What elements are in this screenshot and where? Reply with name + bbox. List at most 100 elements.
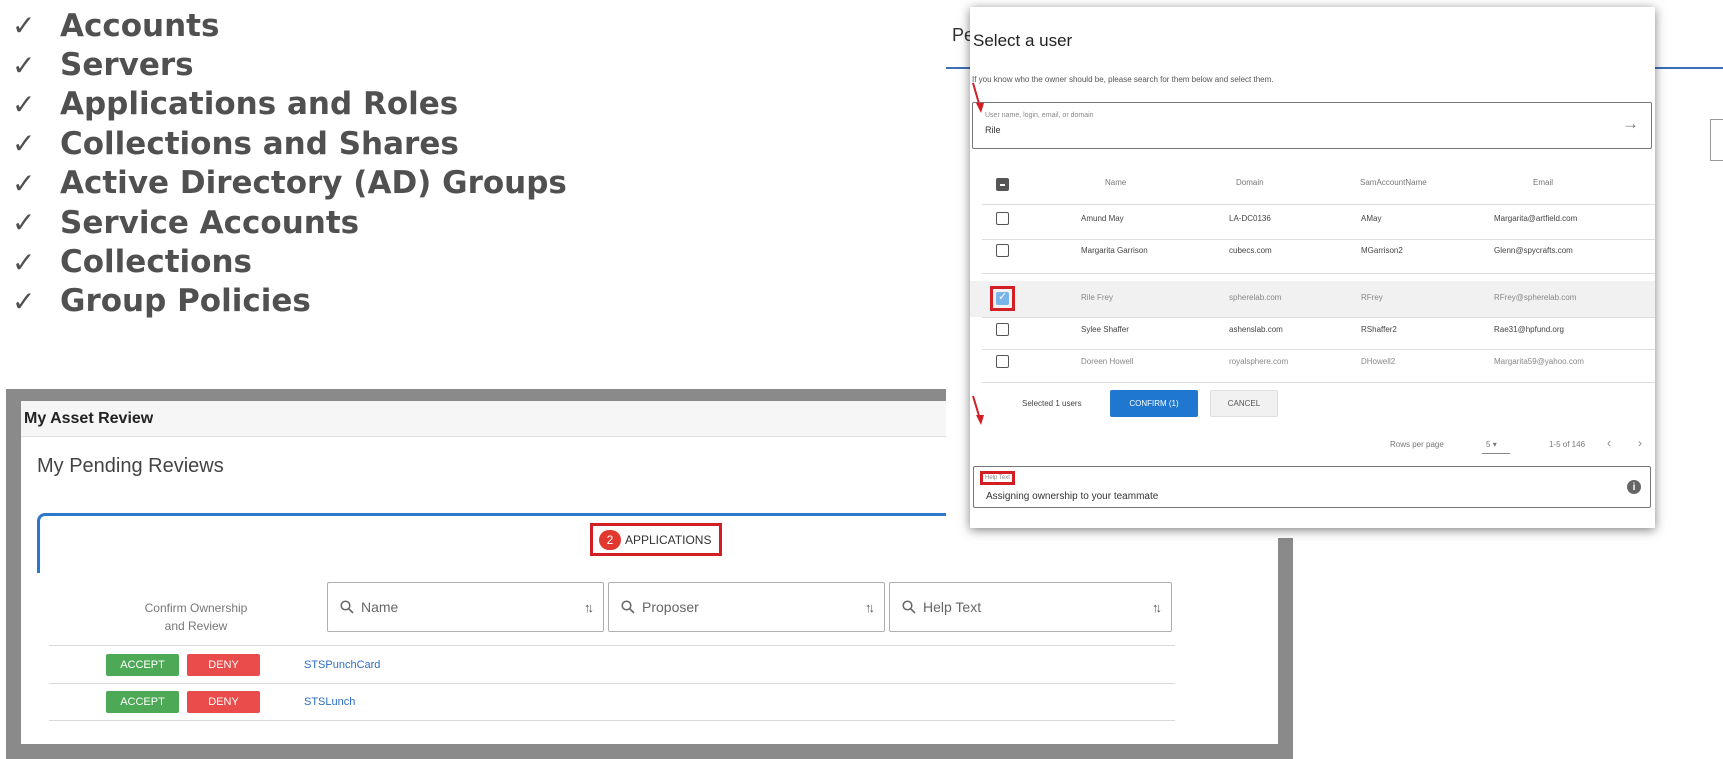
selected-count-text: Selected 1 users bbox=[1022, 399, 1082, 408]
name-filter-input[interactable]: Name ↑↓ bbox=[327, 582, 604, 632]
checklist-label: Active Directory (AD) Groups bbox=[60, 165, 567, 202]
accept-button[interactable]: ACCEPT bbox=[106, 691, 179, 713]
user-search-input[interactable]: User name, login, email, or domain Rile … bbox=[972, 102, 1652, 149]
annotation-arrows bbox=[972, 82, 984, 425]
search-value: Rile bbox=[985, 125, 1001, 135]
column-header-samaccountname[interactable]: SamAccountName bbox=[1360, 178, 1427, 187]
help-text-value: Assigning ownership to your teammate bbox=[986, 491, 1159, 502]
checklist-label: Collections bbox=[60, 244, 252, 281]
row-divider bbox=[982, 239, 1655, 240]
rows-per-page-value: 5 bbox=[1486, 440, 1491, 449]
confirm-ownership-header: Confirm Ownership and Review bbox=[131, 599, 261, 635]
user-row-checkbox[interactable] bbox=[996, 290, 1009, 305]
checklist-item: ✓ Collections bbox=[12, 242, 567, 281]
select-all-checkbox[interactable] bbox=[996, 178, 1009, 191]
dialog-title: Select a user bbox=[973, 31, 1073, 50]
dropdown-caret-icon: ▾ bbox=[1492, 440, 1497, 449]
row-divider bbox=[49, 720, 1175, 721]
check-icon: ✓ bbox=[12, 284, 36, 318]
proposer-filter-input[interactable]: Proposer ↑↓ bbox=[608, 582, 885, 632]
user-domain: ashenslab.com bbox=[1229, 325, 1283, 334]
user-name: Sylee Shaffer bbox=[1081, 325, 1129, 334]
check-icon: ✓ bbox=[12, 127, 36, 161]
search-icon bbox=[902, 600, 916, 614]
name-filter-placeholder: Name bbox=[361, 599, 399, 615]
application-link[interactable]: STSLunch bbox=[304, 696, 355, 708]
deny-button[interactable]: DENY bbox=[187, 691, 260, 713]
user-row-checkbox[interactable] bbox=[996, 355, 1009, 368]
column-header-domain[interactable]: Domain bbox=[1236, 178, 1264, 187]
deny-button[interactable]: DENY bbox=[187, 654, 260, 676]
check-icon: ✓ bbox=[12, 166, 36, 200]
checklist-label: Collections and Shares bbox=[60, 125, 459, 162]
user-sam: DHowell2 bbox=[1361, 357, 1396, 366]
applications-count-badge: 2 bbox=[599, 529, 621, 550]
pagination-range: 1-5 of 146 bbox=[1549, 440, 1586, 449]
user-name: Doreen Howell bbox=[1081, 357, 1134, 366]
accept-button[interactable]: ACCEPT bbox=[106, 654, 179, 676]
user-sam: MGarrison2 bbox=[1361, 246, 1403, 255]
sort-icon[interactable]: ↑↓ bbox=[1152, 600, 1162, 615]
confirm-header-line: Confirm Ownership bbox=[144, 601, 248, 615]
chevron-left-icon[interactable]: ‹ bbox=[1607, 436, 1611, 450]
chevron-right-icon[interactable]: › bbox=[1638, 436, 1642, 450]
user-name: Amund May bbox=[1081, 214, 1124, 223]
user-email: Glenn@spycrafts.com bbox=[1494, 246, 1573, 255]
row-divider bbox=[49, 683, 1175, 684]
tab-applications-label: APPLICATIONS bbox=[625, 532, 712, 547]
row-divider bbox=[982, 382, 1655, 383]
select-user-screenshot: Pe Select a user If you know who the own… bbox=[946, 7, 1723, 538]
select-user-dialog: Select a user If you know who the owner … bbox=[970, 7, 1655, 528]
user-name: Rile Frey bbox=[1081, 293, 1114, 302]
confirm-button[interactable]: CONFIRM (1) bbox=[1110, 390, 1198, 417]
application-link[interactable]: STSPunchCard bbox=[304, 659, 380, 671]
check-icon: ✓ bbox=[12, 48, 36, 82]
help-text-filter-input[interactable]: Help Text ↑↓ bbox=[889, 582, 1172, 632]
cancel-button[interactable]: CANCEL bbox=[1210, 390, 1278, 417]
user-sam: RShaffer2 bbox=[1361, 325, 1397, 334]
checklist-label: Servers bbox=[60, 47, 194, 84]
search-icon bbox=[340, 600, 354, 614]
check-icon: ✓ bbox=[12, 245, 36, 279]
sort-icon[interactable]: ↑↓ bbox=[584, 600, 594, 615]
column-header-name[interactable]: Name bbox=[1105, 178, 1126, 187]
checklist-item: ✓ Service Accounts bbox=[12, 203, 567, 242]
tab-applications[interactable]: 2 APPLICATIONS bbox=[590, 523, 722, 556]
check-icon: ✓ bbox=[12, 9, 36, 43]
help-text-filter-placeholder: Help Text bbox=[923, 599, 982, 615]
rows-per-page-select[interactable]: 5 ▾ bbox=[1486, 440, 1497, 449]
arrow-right-icon[interactable]: → bbox=[1622, 114, 1639, 134]
help-text-input[interactable]: Help Text Assigning ownership to your te… bbox=[973, 466, 1651, 508]
checklist-label: Accounts bbox=[60, 7, 220, 44]
rows-per-page-label: Rows per page bbox=[1390, 440, 1444, 449]
backdrop-field-stub bbox=[1710, 119, 1723, 161]
checklist-item: ✓ Accounts bbox=[12, 6, 567, 45]
search-icon bbox=[621, 600, 635, 614]
red-arrow-icon bbox=[972, 395, 984, 425]
row-divider bbox=[982, 204, 1655, 205]
user-row-checkbox[interactable] bbox=[996, 244, 1009, 257]
checklist-label: Applications and Roles bbox=[60, 86, 459, 123]
user-row-checkbox[interactable] bbox=[996, 212, 1009, 225]
select-underline bbox=[1482, 453, 1510, 454]
search-placeholder: User name, login, email, or domain bbox=[985, 112, 1094, 119]
dialog-instruction: If you know who the owner should be, ple… bbox=[972, 75, 1274, 84]
row-divider bbox=[982, 349, 1655, 350]
user-email: RFrey@spherelab.com bbox=[1494, 293, 1577, 302]
check-icon: ✓ bbox=[12, 206, 36, 240]
column-header-email[interactable]: Email bbox=[1533, 178, 1553, 187]
feature-checklist: ✓ Accounts ✓ Servers ✓ Applications and Rol… bbox=[12, 6, 567, 321]
user-domain: spherelab.com bbox=[1229, 293, 1282, 302]
checklist-item: ✓ Applications and Roles bbox=[12, 85, 567, 124]
user-row-checkbox[interactable] bbox=[996, 323, 1009, 336]
checklist-label: Group Policies bbox=[60, 283, 311, 320]
check-icon: ✓ bbox=[12, 87, 36, 121]
info-icon[interactable]: i bbox=[1627, 480, 1641, 494]
checklist-item: ✓ Active Directory (AD) Groups bbox=[12, 164, 567, 203]
row-divider bbox=[982, 317, 1655, 318]
proposer-filter-placeholder: Proposer bbox=[642, 599, 699, 615]
user-sam: AMay bbox=[1361, 214, 1382, 223]
checklist-item: ✓ Group Policies bbox=[12, 282, 567, 321]
sort-icon[interactable]: ↑↓ bbox=[865, 600, 875, 615]
user-sam: RFrey bbox=[1361, 293, 1383, 302]
